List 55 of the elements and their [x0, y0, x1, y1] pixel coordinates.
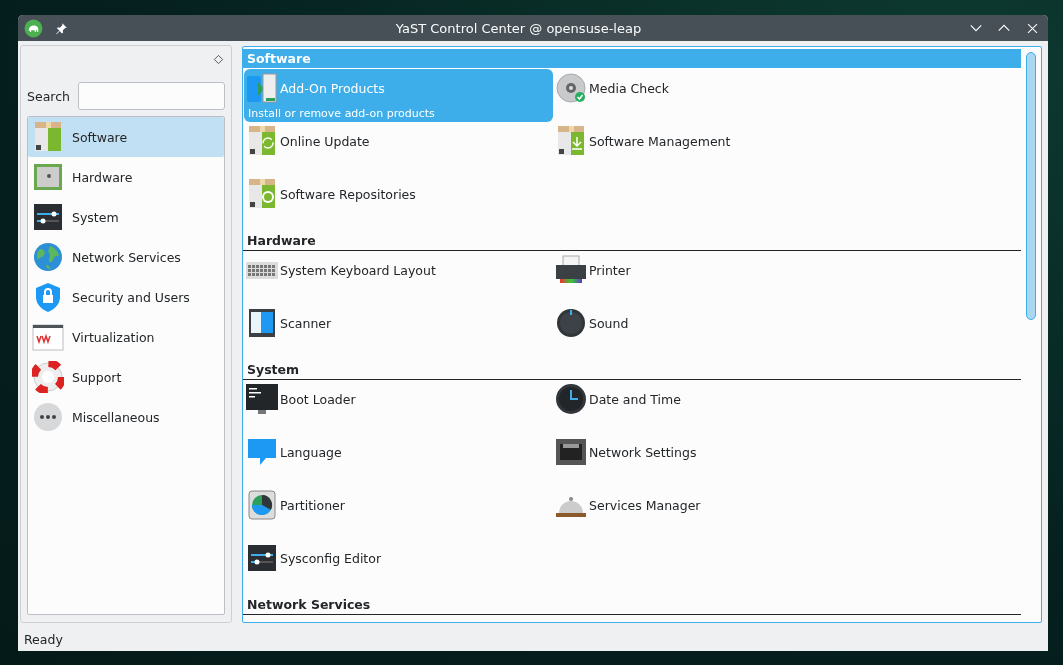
package-icon — [246, 125, 278, 157]
category-item[interactable]: Support — [28, 357, 224, 397]
category-item[interactable]: System — [28, 197, 224, 237]
window-icon — [32, 321, 64, 353]
more-icon — [32, 401, 64, 433]
package-icon — [246, 178, 278, 210]
float-button[interactable] — [213, 53, 224, 65]
network-port-icon — [555, 436, 587, 468]
module-item[interactable]: Partitioner — [244, 486, 553, 539]
module-item[interactable]: Software Repositories — [244, 175, 553, 228]
package-icon — [32, 121, 64, 153]
terminal-icon — [246, 383, 278, 415]
section-header[interactable]: Hardware — [243, 231, 1021, 251]
disc-icon — [555, 72, 587, 104]
chip-icon — [32, 161, 64, 193]
section-header[interactable]: Network Services — [243, 595, 1021, 615]
app-logo-icon — [24, 18, 43, 38]
module-item[interactable]: Date and Time — [553, 380, 862, 433]
module-item[interactable]: Sound — [553, 304, 862, 357]
scanner-icon — [246, 307, 278, 339]
window-title: YaST Control Center @ opensuse-leap — [394, 20, 643, 36]
diamond-icon — [213, 53, 224, 65]
module-item[interactable]: Software Management — [553, 122, 862, 175]
category-item[interactable]: Security and Users — [28, 277, 224, 317]
sliders-icon — [246, 542, 278, 574]
module-item[interactable]: Sysconfig Editor — [244, 539, 553, 592]
category-item[interactable]: Hardware — [28, 157, 224, 197]
lifebuoy-icon — [32, 361, 64, 393]
module-item[interactable]: Language — [244, 433, 553, 486]
category-item[interactable]: Network Services — [28, 237, 224, 277]
globe-icon — [32, 241, 64, 273]
category-item[interactable]: Virtualization — [28, 317, 224, 357]
module-item[interactable]: Network Settings — [553, 433, 862, 486]
category-item[interactable]: Software — [28, 117, 224, 157]
search-field[interactable] — [77, 82, 225, 110]
sliders-icon — [32, 201, 64, 233]
module-item[interactable]: System Keyboard Layout — [244, 251, 553, 304]
close-icon — [1025, 21, 1039, 35]
clock-icon — [555, 383, 587, 415]
document-icon — [246, 72, 278, 104]
package-icon — [555, 125, 587, 157]
printer-icon — [555, 254, 587, 286]
category-item[interactable]: Miscellaneous — [28, 397, 224, 437]
module-item[interactable]: Media Check — [553, 69, 862, 122]
module-item[interactable]: Online Update — [244, 122, 553, 175]
pin-icon — [54, 21, 68, 35]
module-item[interactable]: Scanner — [244, 304, 553, 357]
module-item[interactable]: Printer — [553, 251, 862, 304]
module-item[interactable]: Boot Loader — [244, 380, 553, 433]
scrollbar-thumb[interactable] — [1026, 52, 1036, 320]
module-item[interactable]: Services Manager — [553, 486, 862, 539]
status-text: Ready — [24, 631, 63, 647]
section-header[interactable]: System — [243, 360, 1021, 380]
knob-icon — [555, 307, 587, 339]
search-label: Search — [27, 88, 70, 104]
